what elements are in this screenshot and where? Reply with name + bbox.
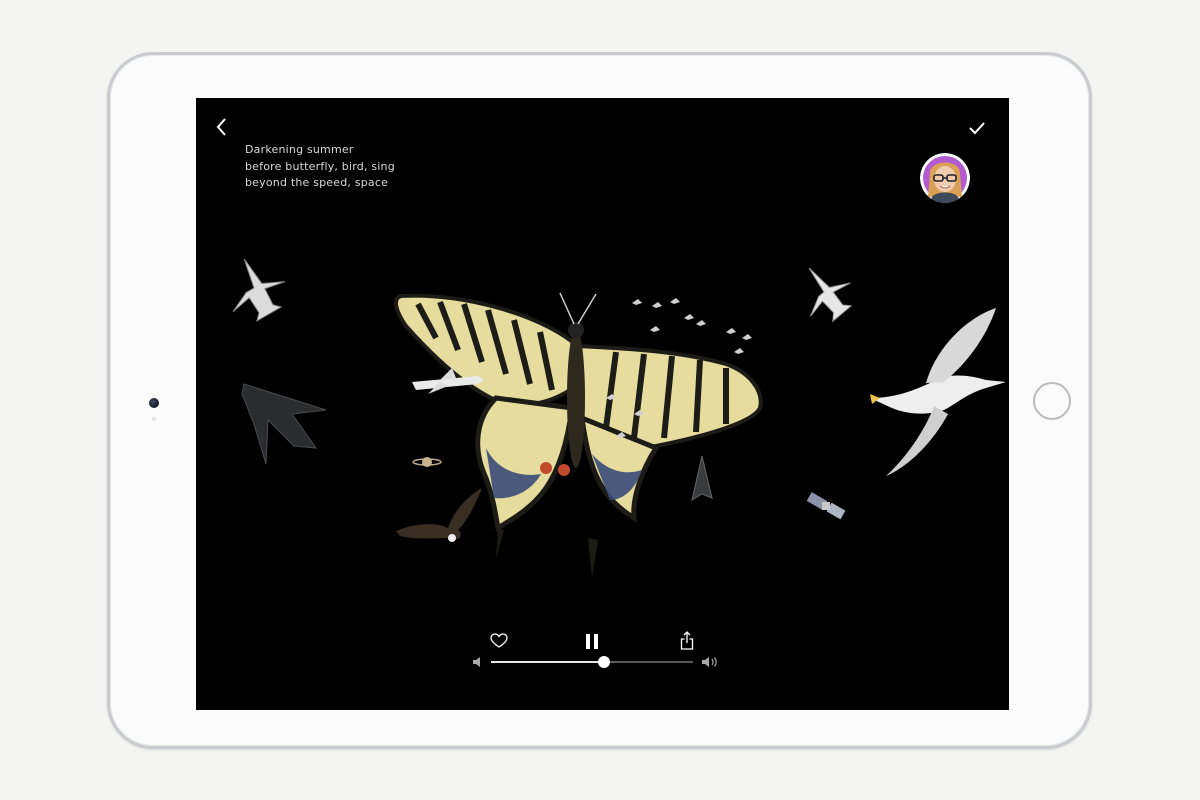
ipad-device: Darkening summer before butterfly, bird,… [107,52,1092,749]
pause-icon[interactable] [585,633,599,650]
poem-text: Darkening summer before butterfly, bird,… [245,142,395,192]
speaker-low-icon [473,657,480,667]
user-avatar[interactable] [920,153,970,203]
volume-slider-thumb[interactable] [598,656,611,668]
volume-slider[interactable] [491,656,693,668]
satellite [806,492,846,520]
eagle [396,488,482,542]
avatar-portrait [920,153,970,203]
share-icon[interactable] [680,631,694,650]
seagull [870,308,1006,476]
poem-line: before butterfly, bird, sing [245,159,395,173]
poem-line: beyond the speed, space [245,176,389,189]
speaker-high-icon [702,657,717,667]
back-chevron-icon[interactable] [214,116,230,138]
poem-line: Darkening summer [245,143,354,156]
front-camera [149,398,159,408]
checkmark-icon[interactable] [968,120,986,136]
home-button[interactable] [1033,382,1071,420]
fighter-jet-left [232,258,286,323]
heart-outline-icon[interactable] [490,633,508,649]
ambient-sensor [152,417,156,421]
app-screen: Darkening summer before butterfly, bird,… [196,98,1009,710]
dark-jet [691,455,713,502]
fighter-jet-right [808,267,853,323]
stealth-plane [241,383,327,465]
volume-slider-fill [491,661,605,663]
planet-saturn [412,457,442,467]
